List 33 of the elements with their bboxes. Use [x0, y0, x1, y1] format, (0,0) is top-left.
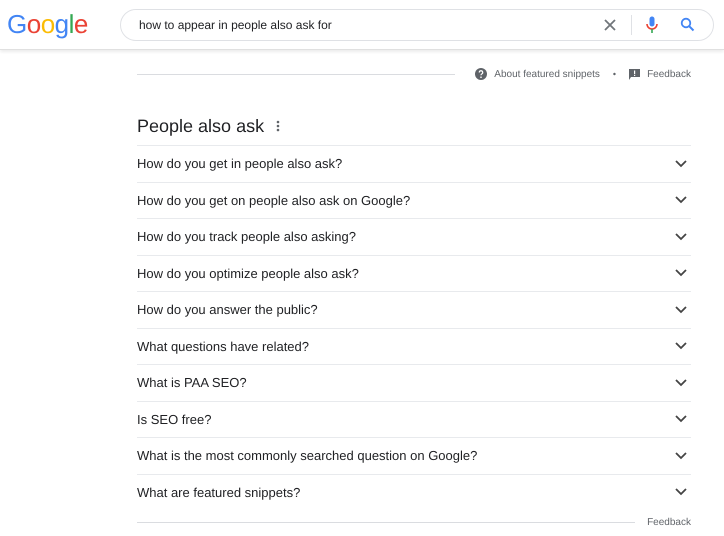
- separator-dot: •: [612, 69, 616, 79]
- question-row[interactable]: What questions have related?: [137, 328, 691, 365]
- question-row[interactable]: How do you track people also asking?: [137, 219, 691, 256]
- search-icon[interactable]: [680, 17, 695, 32]
- question-row[interactable]: How do you get on people also ask on Google?: [137, 182, 691, 219]
- more-options-icon[interactable]: [276, 120, 280, 132]
- chevron-down-icon: [675, 269, 687, 278]
- chevron-down-icon: [675, 415, 687, 424]
- close-icon[interactable]: [603, 18, 617, 32]
- question-row[interactable]: What are featured snippets?: [137, 474, 691, 510]
- question-row[interactable]: How do you answer the public?: [137, 292, 691, 328]
- chevron-down-icon: [675, 196, 687, 204]
- question-row[interactable]: What is PAA SEO?: [137, 365, 691, 402]
- about-link[interactable]: About featured snippets: [494, 68, 600, 80]
- question-row[interactable]: What is the most commonly searched question on Google?: [137, 438, 691, 474]
- feedback-icon[interactable]: [629, 68, 640, 80]
- chevron-down-icon: [675, 306, 687, 314]
- section-title: People also ask: [137, 116, 264, 136]
- chevron-down-icon: [675, 378, 687, 387]
- feedback-link[interactable]: Feedback: [647, 517, 691, 528]
- question-row[interactable]: Is SEO free?: [137, 402, 691, 438]
- chevron-down-icon: [675, 160, 687, 168]
- chevron-down-icon: [675, 452, 687, 460]
- chevron-down-icon: [675, 342, 687, 350]
- microphone-icon[interactable]: [646, 16, 658, 34]
- question-row[interactable]: How do you get in people also ask?: [137, 146, 691, 182]
- help-icon[interactable]: [475, 68, 488, 80]
- search-field[interactable]: how to appear in people also ask for: [120, 8, 714, 40]
- chevron-down-icon: [675, 488, 687, 496]
- feedback-link[interactable]: Feedback: [647, 68, 691, 80]
- question-row[interactable]: How do you optimize people also ask?: [137, 256, 691, 292]
- chevron-down-icon: [675, 232, 687, 241]
- logo[interactable]: Google: [7, 9, 120, 40]
